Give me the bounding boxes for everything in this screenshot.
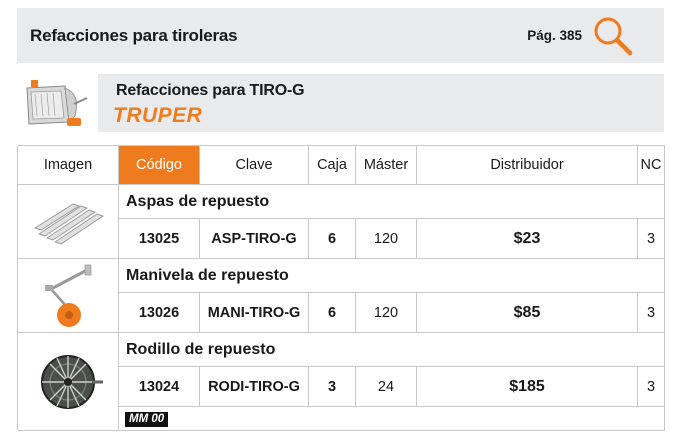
tag-filler [355, 406, 417, 431]
page-reference: Pág. 385 [527, 28, 582, 43]
tag-filler [416, 406, 638, 431]
part-image-aspas [17, 184, 119, 259]
part-image-manivela [17, 258, 119, 333]
part-box-qty: 6 [308, 292, 356, 333]
table-row: Rodillo de repuesto [17, 332, 665, 431]
part-code: 13024 [118, 366, 200, 407]
part-nc: 3 [637, 292, 665, 333]
parts-table: Imagen Código Clave Caja Máster Distribu… [17, 145, 665, 431]
table-row: Aspas de repuesto [17, 184, 665, 259]
part-code: 13025 [118, 218, 200, 259]
part-key: RODI-TIRO-G [199, 366, 309, 407]
page-reference-group: Pág. 385 [527, 15, 634, 57]
section-title: Refacciones para tiroleras [30, 25, 238, 45]
search-icon[interactable] [592, 15, 634, 57]
part-description: Manivela de repuesto [118, 258, 665, 293]
part-nc: 3 [637, 366, 665, 407]
part-price: $23 [416, 218, 638, 259]
column-header-master: Máster [355, 145, 417, 185]
section-header: Refacciones para tiroleras Pág. 385 [17, 8, 664, 63]
part-price: $85 [416, 292, 638, 333]
part-nc: 3 [637, 218, 665, 259]
part-master-qty: 120 [355, 218, 417, 259]
product-title: Refacciones para TIRO-G [116, 82, 305, 99]
tag-filler [637, 406, 665, 431]
part-description: Aspas de repuesto [118, 184, 665, 219]
part-master-qty: 24 [355, 366, 417, 407]
table-header-row: Imagen Código Clave Caja Máster Distribu… [17, 145, 665, 185]
part-master-qty: 120 [355, 292, 417, 333]
column-header-codigo[interactable]: Código [118, 145, 200, 185]
part-price: $185 [416, 366, 638, 407]
part-box-qty: 6 [308, 218, 356, 259]
table-row: Manivela de repuesto [17, 258, 665, 333]
brand-logo: TRUPER [113, 104, 203, 127]
tag-cell: MM 00 [118, 406, 200, 431]
column-header-imagen: Imagen [17, 145, 119, 185]
part-code: 13026 [118, 292, 200, 333]
part-key: MANI-TIRO-G [199, 292, 309, 333]
column-header-clave: Clave [199, 145, 309, 185]
tag-filler [199, 406, 309, 431]
part-box-qty: 3 [308, 366, 356, 407]
part-image-rodillo [17, 332, 119, 431]
column-header-distribuidor: Distribuidor [416, 145, 638, 185]
column-header-caja: Caja [308, 145, 356, 185]
product-header: Refacciones para TIRO-G TRUPER [98, 74, 664, 132]
tag-filler [308, 406, 356, 431]
column-header-nc: NC [637, 145, 665, 185]
part-key: ASP-TIRO-G [199, 218, 309, 259]
product-image [17, 74, 97, 132]
mm-badge: MM 00 [125, 412, 169, 427]
part-description: Rodillo de repuesto [118, 332, 665, 367]
